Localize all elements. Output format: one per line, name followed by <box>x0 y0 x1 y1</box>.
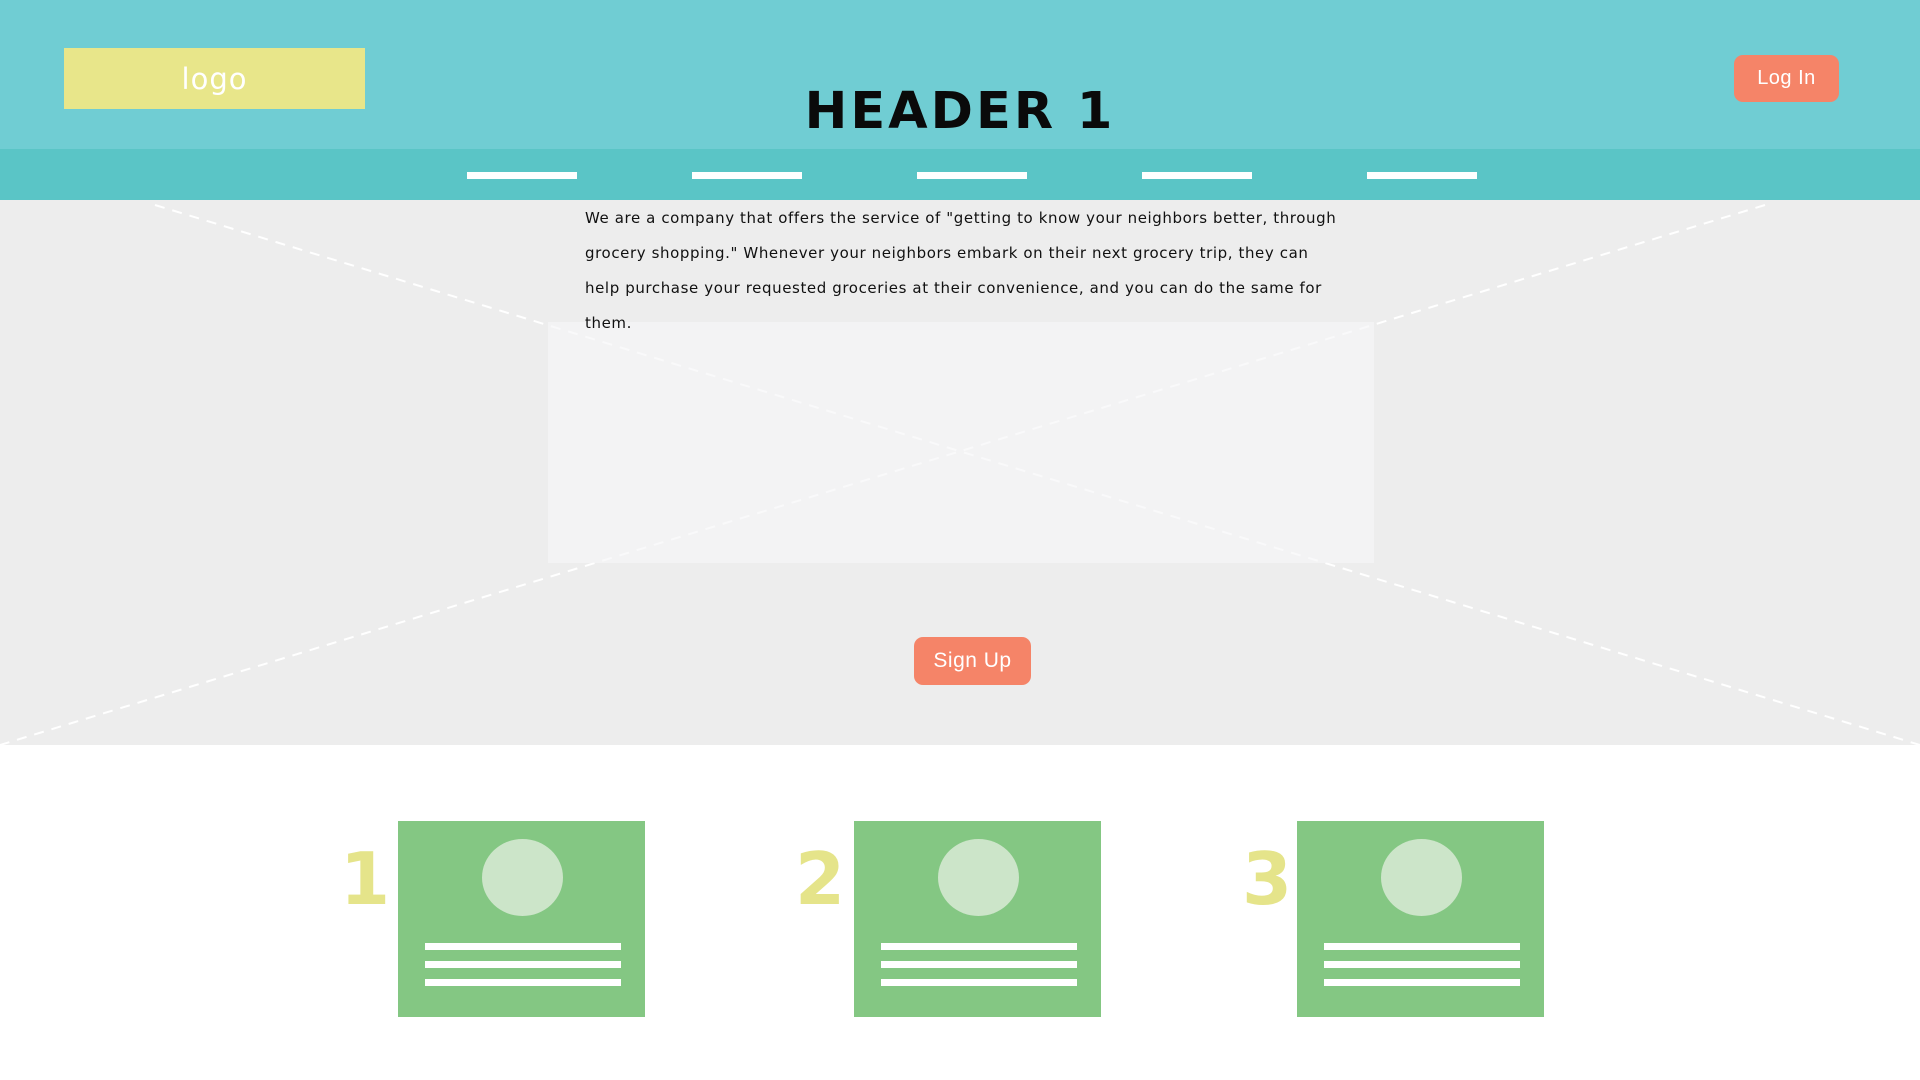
text-line-placeholder <box>1324 961 1520 968</box>
login-button[interactable]: Log In <box>1734 55 1839 102</box>
text-line-placeholder <box>1324 943 1520 950</box>
step-number-1: 1 <box>340 837 391 921</box>
step-number-2: 2 <box>795 837 846 921</box>
company-description: We are a company that offers the service… <box>585 209 1337 332</box>
feature-card-2[interactable] <box>854 821 1101 1017</box>
text-line-placeholder <box>425 979 621 986</box>
nav-item-5[interactable] <box>1367 172 1477 179</box>
nav-item-4[interactable] <box>1142 172 1252 179</box>
feature-card-1[interactable] <box>398 821 645 1017</box>
text-line-placeholder <box>425 961 621 968</box>
logo[interactable]: logo <box>64 48 365 109</box>
nav-item-2[interactable] <box>692 172 802 179</box>
hero-content-box <box>548 322 1374 563</box>
step-number-3: 3 <box>1242 837 1293 921</box>
text-line-placeholder <box>1324 979 1520 986</box>
card-image-placeholder <box>938 839 1019 916</box>
sign-up-button[interactable]: Sign Up <box>914 637 1031 685</box>
text-line-placeholder <box>881 943 1077 950</box>
text-line-placeholder <box>881 979 1077 986</box>
text-line-placeholder <box>881 961 1077 968</box>
page-title: HEADER 1 <box>804 82 1116 141</box>
nav-item-1[interactable] <box>467 172 577 179</box>
card-image-placeholder <box>482 839 563 916</box>
nav-item-3[interactable] <box>917 172 1027 179</box>
text-line-placeholder <box>425 943 621 950</box>
feature-card-3[interactable] <box>1297 821 1544 1017</box>
card-image-placeholder <box>1381 839 1462 916</box>
